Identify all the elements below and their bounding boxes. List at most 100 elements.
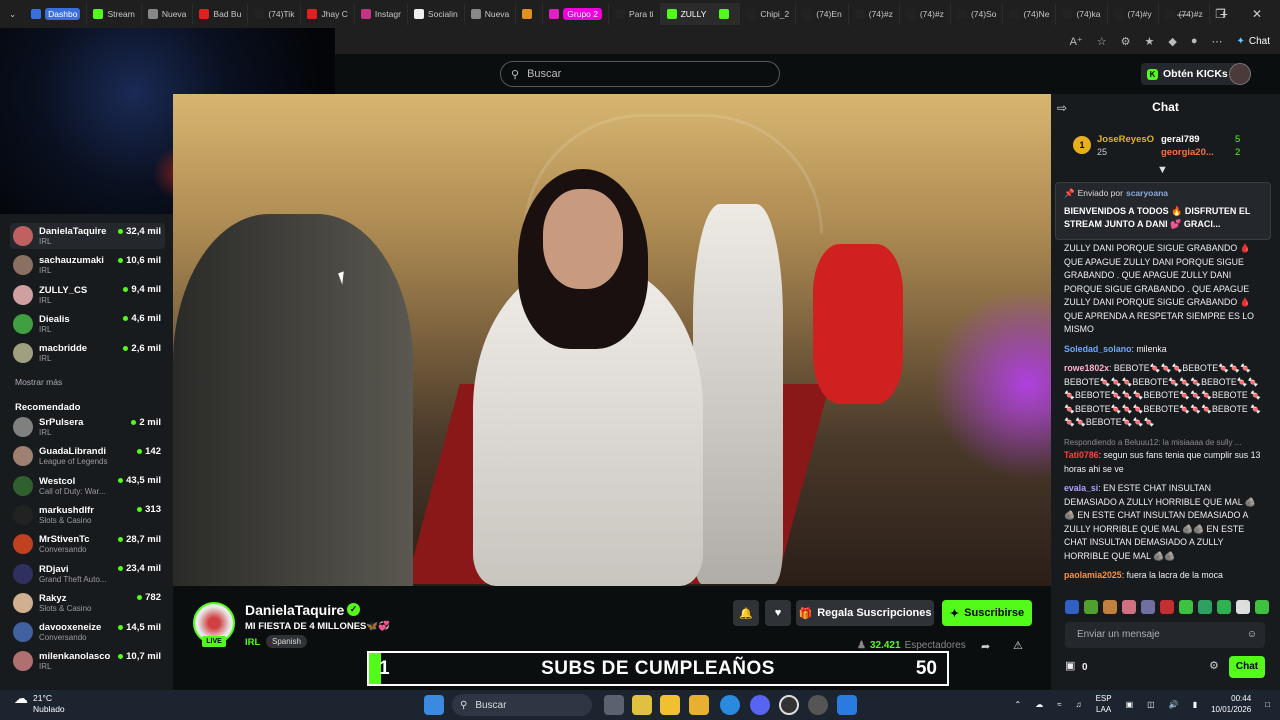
user-avatar[interactable] <box>1229 63 1251 85</box>
browser-tab[interactable] <box>713 3 741 25</box>
chat-message[interactable]: rowe1802x: BEBOTE🍬🍬🍬BEBOTE🍬🍬🍬 BEBOTE🍬🍬🍬B… <box>1064 362 1264 430</box>
extensions-icon[interactable]: ⚙ <box>1121 35 1131 48</box>
profile-icon[interactable]: ● <box>1191 35 1198 47</box>
subscribe-button[interactable]: ✦ Suscribirse <box>942 600 1032 626</box>
category-link[interactable]: IRL <box>245 637 260 648</box>
streamer-name[interactable]: DanielaTaquire <box>245 602 344 618</box>
emote-icon[interactable] <box>1198 600 1212 614</box>
browser-tab[interactable]: (74)So <box>951 3 1004 25</box>
sidebar-channel[interactable]: Diealis IRL 4,6 mil <box>10 311 165 337</box>
chat-username[interactable]: Tati0786 <box>1064 450 1099 460</box>
sidebar-channel[interactable]: markushdlfr Slots & Casino 313 <box>10 502 165 528</box>
chat-username[interactable]: evala_si <box>1064 483 1098 493</box>
emote-icon[interactable] <box>1122 600 1136 614</box>
browser-tab[interactable]: Jhay C <box>301 3 355 25</box>
language-tag[interactable]: Spanish <box>266 635 307 648</box>
browser-tab[interactable]: Para ti <box>609 3 661 25</box>
browser-tab[interactable]: (74)#z <box>900 3 951 25</box>
app-icon[interactable] <box>808 695 828 715</box>
taskbar-search[interactable]: ⚲ Buscar <box>452 694 592 716</box>
emote-icon[interactable] <box>1255 600 1269 614</box>
favorite-star-icon[interactable]: ☆ <box>1097 35 1107 48</box>
browser-tab[interactable]: Chipi_2 <box>740 3 797 25</box>
start-menu-icon[interactable] <box>424 695 444 715</box>
volume-icon[interactable]: 🔊 <box>1169 699 1179 710</box>
sidebar-channel[interactable]: Westcol Call of Duty: War... 43,5 mil <box>10 473 165 499</box>
close-icon[interactable]: ✕ <box>1252 7 1262 21</box>
emote-icon[interactable] <box>1084 600 1098 614</box>
obs-icon[interactable] <box>779 695 799 715</box>
chat-input[interactable]: Enviar un mensaje ☺ <box>1065 622 1265 648</box>
notepad-icon[interactable] <box>837 695 857 715</box>
browser-tab[interactable]: Nueva <box>142 3 194 25</box>
chat-settings-icon[interactable]: ⚙ <box>1209 660 1219 674</box>
sidebar-channel[interactable]: SrPulsera IRL 2 mil <box>10 414 165 440</box>
chevron-up-icon[interactable]: ⌃ <box>1015 699 1022 710</box>
sidebar-channel[interactable]: RDjavi Grand Theft Auto... 23,4 mil <box>10 561 165 587</box>
sidebar-channel[interactable]: Rakyz Slots & Casino 782 <box>10 590 165 616</box>
gift-subs-button[interactable]: 🎁 Regala Suscripciones <box>796 600 934 626</box>
share-icon[interactable]: ➦ <box>981 640 990 653</box>
show-more-link[interactable]: Mostrar más <box>15 377 62 387</box>
browser-tab[interactable]: (74)En <box>796 3 849 25</box>
browser-tab[interactable]: (74)ka <box>1056 3 1108 25</box>
emoji-icon[interactable]: ☺ <box>1247 622 1257 648</box>
browser-tab[interactable]: Dashbo <box>25 3 88 25</box>
network-icon[interactable]: ◫ <box>1147 699 1155 710</box>
browser-tab[interactable]: Stream <box>87 3 142 25</box>
sidebar-channel[interactable]: milenkanolasco IRL 10,7 mil <box>10 648 165 674</box>
chat-message[interactable]: evala_si: EN ESTE CHAT INSULTAN DEMASIAD… <box>1064 482 1264 563</box>
expand-leaderboard-icon[interactable]: ▼ <box>1157 164 1168 178</box>
chat-username[interactable]: Soledad_solano <box>1064 344 1131 354</box>
battery-icon[interactable]: ▮ <box>1193 699 1197 710</box>
browser-tab[interactable] <box>516 3 544 25</box>
search-input[interactable]: ⚲ Buscar <box>500 61 780 87</box>
top-gifter-name[interactable]: JoseReyesO <box>1097 133 1154 147</box>
more-menu-icon[interactable]: ⋯ <box>1211 35 1222 48</box>
browser-tab[interactable]: Bad Bu <box>193 3 249 25</box>
discord-icon[interactable] <box>750 695 770 715</box>
notification-icon[interactable]: □ <box>1265 699 1270 710</box>
chat-username[interactable]: rowe1802x <box>1064 363 1109 373</box>
sidebar-channel[interactable]: DanielaTaquire IRL 32,4 mil <box>10 223 165 249</box>
browser-tab[interactable]: (74)Tik <box>248 3 302 25</box>
emote-icon[interactable] <box>1179 600 1193 614</box>
browser-tab[interactable]: (74)#y <box>1108 3 1159 25</box>
chat-message[interactable]: Soledad_solano: milenka <box>1064 343 1264 357</box>
browser-tab[interactable]: ZULLY <box>660 3 714 25</box>
read-aloud-icon[interactable]: A⁺ <box>1070 35 1083 48</box>
copilot-app-icon[interactable] <box>632 695 652 715</box>
sidebar-channel[interactable]: MrStivenTc Conversando 28,7 mil <box>10 531 165 557</box>
chat-message[interactable]: Respondiendo a Beluuu12: la misiaaaa de … <box>1064 436 1264 477</box>
cloud-sync-icon[interactable]: ☁ <box>1035 699 1043 710</box>
clock[interactable]: 00:44 10/01/2026 <box>1211 693 1251 715</box>
browser-tab[interactable]: Instagr <box>355 3 408 25</box>
browser-tab[interactable]: Nueva <box>465 3 517 25</box>
copilot-chat-button[interactable]: ✦ Chat <box>1236 36 1270 47</box>
restore-icon[interactable]: ❐ <box>1215 7 1226 21</box>
minimize-icon[interactable]: — <box>1177 7 1189 21</box>
sidebar-channel[interactable]: davooxeneize Conversando 14,5 mil <box>10 619 165 645</box>
emote-icon[interactable] <box>1141 600 1155 614</box>
browser-tab[interactable]: Socialin <box>408 3 465 25</box>
sidebar-channel[interactable]: macbridde IRL 2,6 mil <box>10 340 165 366</box>
emote-icon[interactable] <box>1160 600 1174 614</box>
emote-icon[interactable] <box>1217 600 1231 614</box>
follow-heart-button[interactable]: ♥ <box>765 600 791 626</box>
report-icon[interactable]: ⚠ <box>1013 639 1023 652</box>
chat-send-button[interactable]: Chat <box>1229 656 1265 678</box>
gifter-3-name[interactable]: georgia20... <box>1161 146 1214 160</box>
get-kicks-button[interactable]: K Obtén KICKs <box>1141 63 1239 85</box>
emote-icon[interactable] <box>1103 600 1117 614</box>
emote-icon[interactable] <box>1236 600 1250 614</box>
task-view-icon[interactable] <box>604 695 624 715</box>
browser-tab[interactable]: Grupo 2 <box>543 3 609 25</box>
tab-list-dropdown-icon[interactable]: ⌄ <box>0 9 25 20</box>
edge-browser-icon[interactable] <box>720 695 740 715</box>
browser-tab[interactable]: (74)Ne <box>1003 3 1057 25</box>
chat-message[interactable]: ZULLY DANI PORQUE SIGUE GRABANDO 🩸 QUE A… <box>1064 242 1264 337</box>
browser-tab[interactable]: (74)#z <box>849 3 900 25</box>
sidebar-channel[interactable]: GuadaLibrandi League of Legends 142 <box>10 443 165 469</box>
mic-icon[interactable]: ♫ <box>1076 699 1082 710</box>
folder-icon[interactable] <box>689 695 709 715</box>
